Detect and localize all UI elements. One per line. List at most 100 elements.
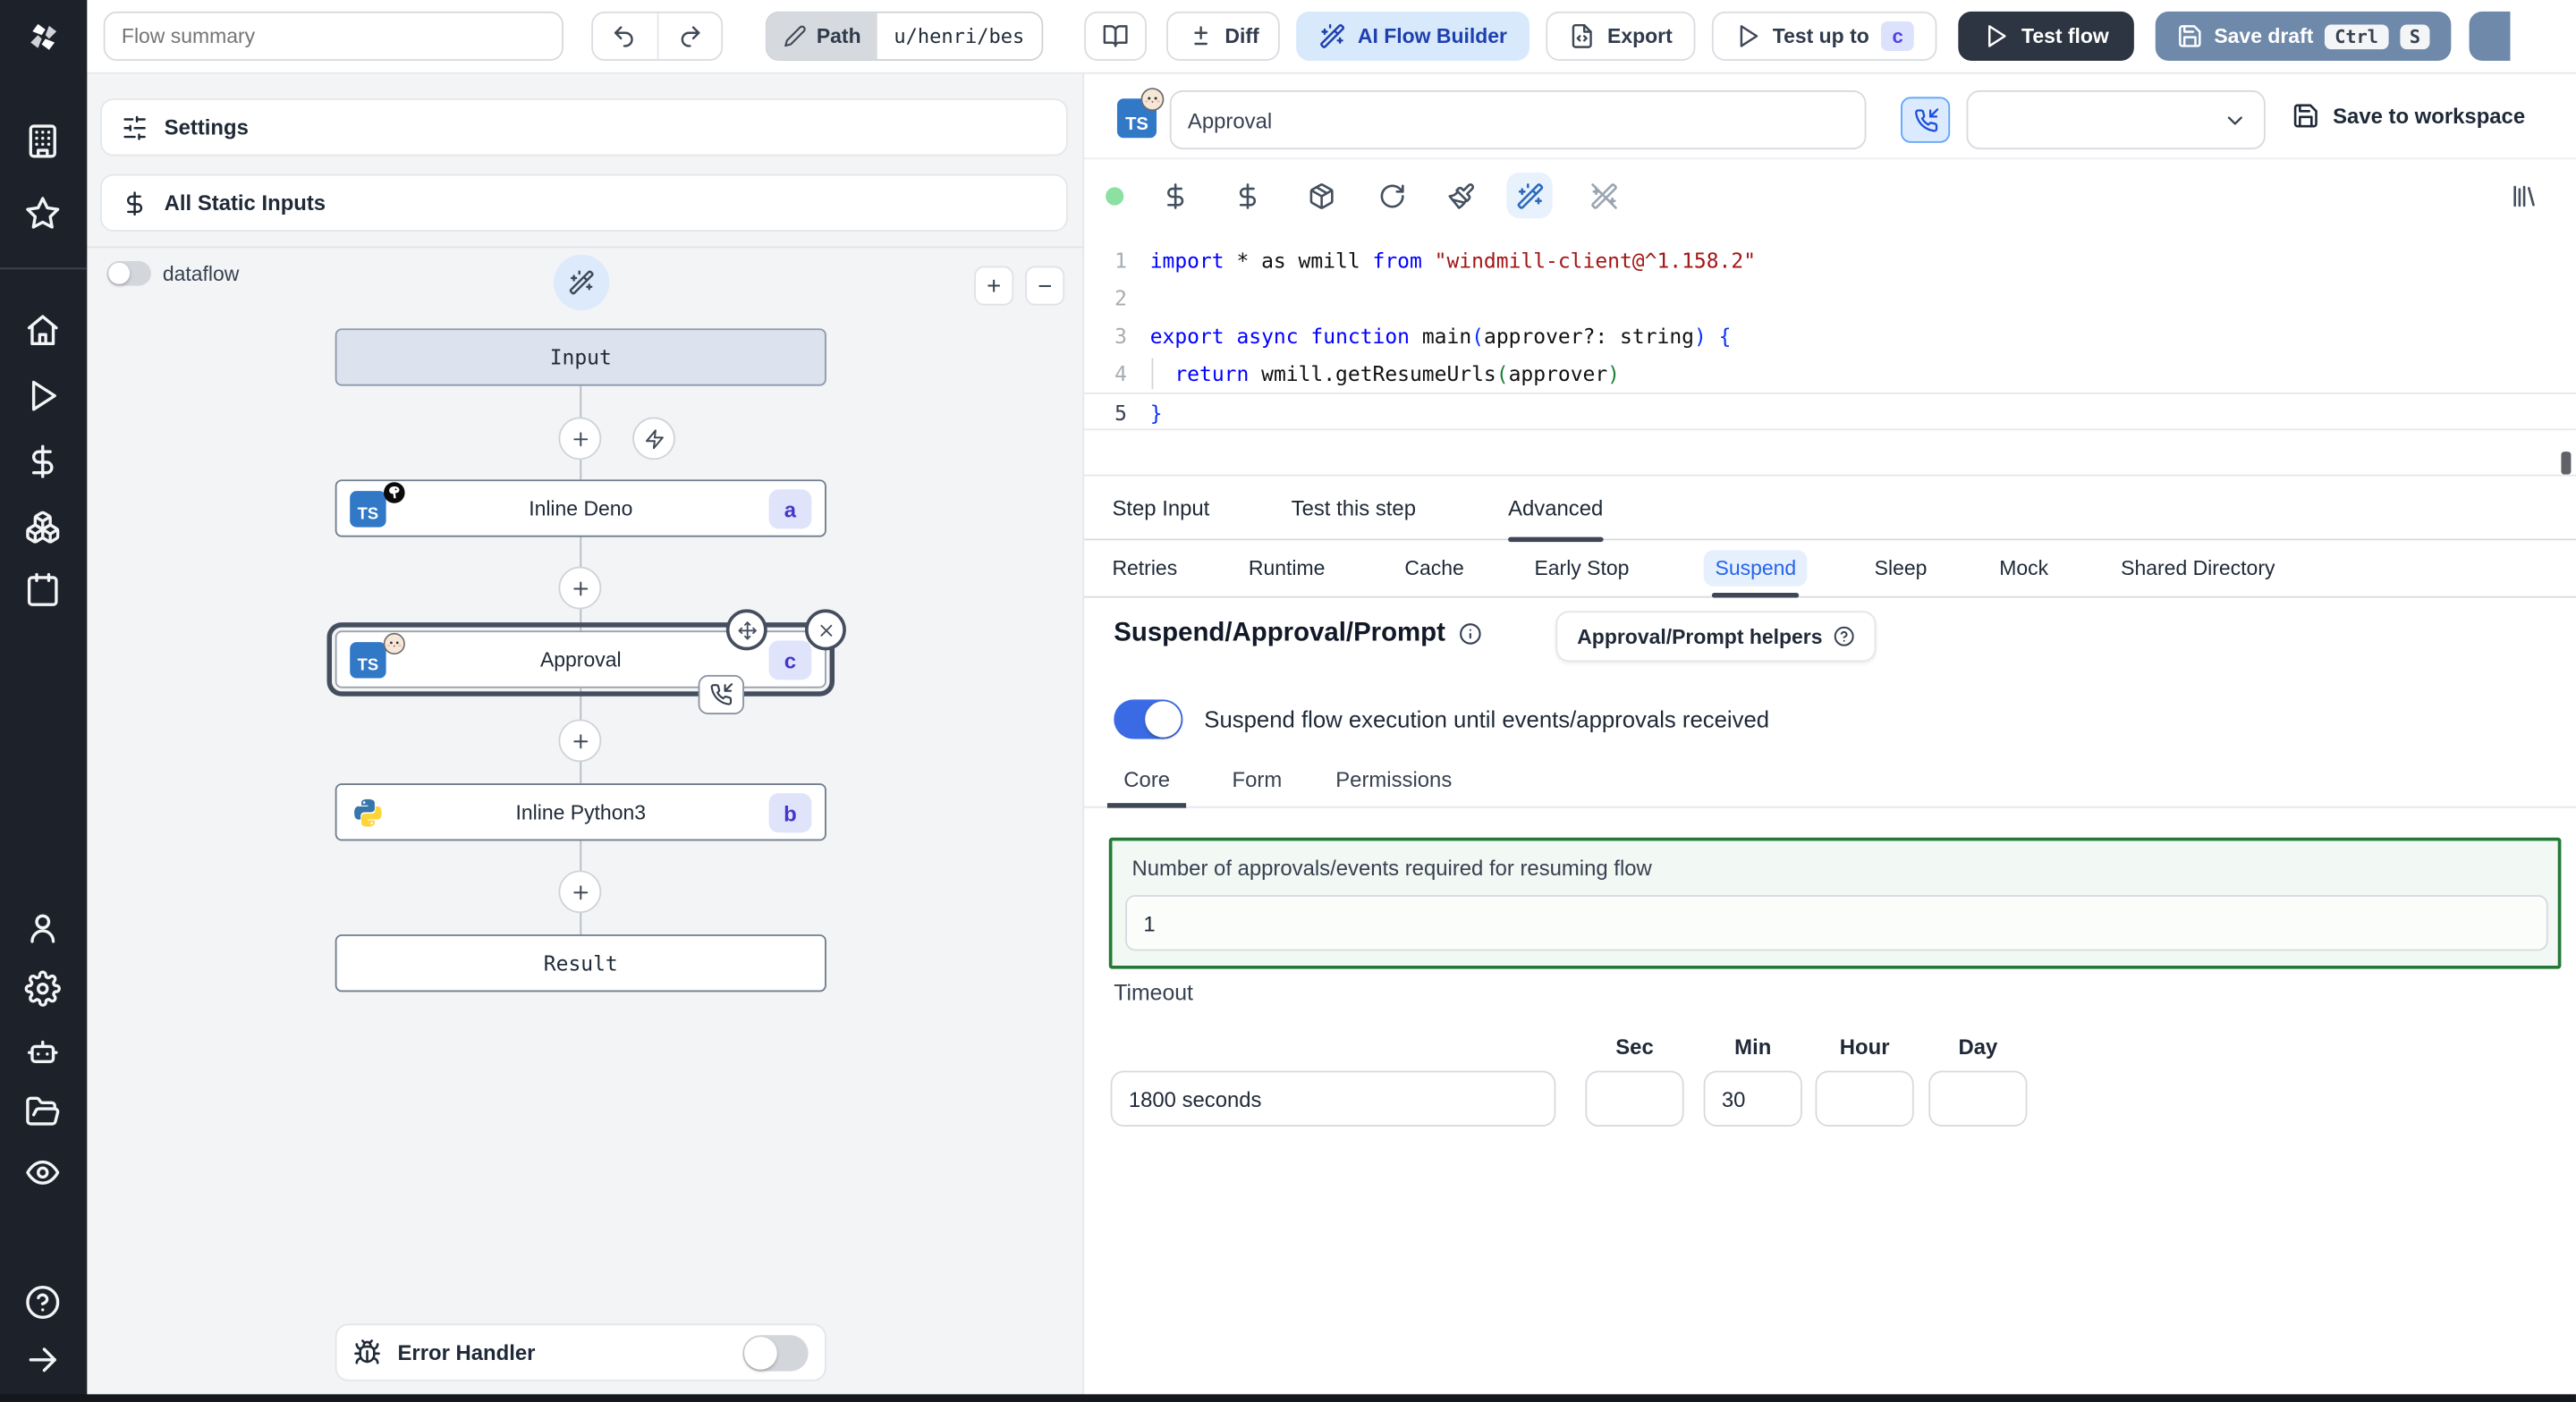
add-step-button[interactable] — [558, 566, 602, 610]
flow-settings-card[interactable]: Settings — [100, 98, 1068, 156]
insert-resource-button[interactable] — [1224, 173, 1269, 218]
variables-dollar-icon[interactable] — [25, 443, 61, 479]
help-icon[interactable] — [25, 1284, 61, 1320]
subtab-shared-directory[interactable]: Shared Directory — [2121, 540, 2275, 595]
ai-assistant-button[interactable] — [1506, 172, 1553, 219]
tab-step-input[interactable]: Step Input — [1112, 477, 1209, 539]
undo-button[interactable] — [593, 13, 658, 60]
deploy-button-partial[interactable] — [2470, 11, 2512, 61]
code-line[interactable]: 5} — [1084, 392, 2576, 431]
play-icon — [1984, 23, 2010, 49]
step-name-input[interactable] — [1169, 90, 1867, 150]
schedules-calendar-icon[interactable] — [25, 571, 61, 607]
error-handler-toggle[interactable] — [742, 1334, 809, 1371]
resources-boxes-icon[interactable] — [25, 509, 61, 545]
suspend-step-toggle-button[interactable] — [1901, 97, 1951, 143]
settings-gear-icon[interactable] — [24, 970, 61, 1007]
script-version-select[interactable] — [1966, 90, 2266, 150]
step-node-label: Inline Python3 — [515, 800, 647, 824]
add-step-button[interactable] — [558, 719, 602, 763]
ai-flow-builder-button[interactable]: AI Flow Builder — [1296, 11, 1530, 61]
code-line[interactable]: 1 import * as wmill from "windmill-client… — [1084, 241, 2576, 279]
step-node-b[interactable]: Inline Python3 b — [335, 783, 826, 841]
library-button[interactable] — [2500, 173, 2546, 218]
workspace-building-icon[interactable] — [25, 123, 61, 159]
editor-scrollbar[interactable] — [2561, 452, 2572, 475]
info-icon[interactable] — [1459, 622, 1482, 646]
move-step-button[interactable] — [725, 609, 767, 651]
timeout-hour-input[interactable] — [1815, 1070, 1914, 1127]
zoom-out-button[interactable]: − — [1025, 266, 1065, 306]
test-up-to-button[interactable]: Test up to c — [1711, 11, 1938, 61]
subtab-cache[interactable]: Cache — [1404, 540, 1463, 595]
code-editor[interactable]: 1 import * as wmill from "windmill-client… — [1084, 233, 2576, 477]
dataflow-label: dataflow — [162, 262, 240, 286]
timeout-day-input[interactable] — [1928, 1070, 2028, 1127]
windmill-logo-icon[interactable] — [21, 15, 66, 60]
code-line[interactable]: 4 return wmill.getResumeUrls(approver) — [1084, 355, 2576, 393]
step-node-a[interactable]: TS Inline Deno a — [335, 479, 826, 537]
reload-button[interactable] — [1368, 173, 1414, 218]
workers-bot-icon[interactable] — [25, 1033, 61, 1068]
step-detail-panel: TS Save to workspace 1import * as wmill … — [1084, 73, 2576, 1395]
save-to-workspace-button[interactable]: Save to workspace — [2292, 102, 2525, 130]
redo-button[interactable] — [658, 13, 722, 59]
diff-button[interactable]: Diff — [1165, 11, 1281, 61]
favorites-star-icon[interactable] — [25, 196, 61, 232]
dataflow-toggle[interactable] — [106, 261, 151, 286]
code-line[interactable]: 3 export async function main(approver?: s… — [1084, 317, 2576, 354]
tab-permissions[interactable]: Permissions — [1319, 750, 1469, 806]
plus-icon — [569, 881, 590, 902]
subtab-mock[interactable]: Mock — [1999, 540, 2048, 595]
runs-play-icon[interactable] — [25, 377, 61, 413]
add-trigger-button[interactable] — [632, 417, 675, 460]
zoom-in-button[interactable]: + — [974, 266, 1014, 306]
code-line[interactable]: 2 — [1084, 279, 2576, 317]
format-button[interactable] — [1437, 173, 1483, 218]
subtab-retries[interactable]: Retries — [1112, 540, 1177, 595]
error-handler-card[interactable]: Error Handler — [335, 1323, 826, 1381]
timeout-input[interactable] — [1110, 1070, 1556, 1127]
tab-test-this-step[interactable]: Test this step — [1292, 477, 1416, 539]
phone-incoming-icon — [1913, 107, 1938, 132]
timeout-sec-input[interactable] — [1585, 1070, 1684, 1127]
add-step-button[interactable] — [558, 417, 602, 460]
tab-core[interactable]: Core — [1106, 750, 1187, 808]
save-icon — [2176, 23, 2202, 49]
export-button[interactable]: Export — [1546, 11, 1696, 61]
users-icon[interactable] — [25, 910, 61, 946]
dollar-icon — [122, 190, 148, 215]
typescript-badge: TS — [1116, 88, 1165, 139]
flow-summary-input[interactable] — [103, 11, 564, 61]
ai-graph-wand-button[interactable] — [553, 254, 610, 311]
subtab-suspend[interactable]: Suspend — [1703, 540, 1809, 598]
flow-input-node[interactable]: Input — [335, 328, 826, 386]
tab-form[interactable]: Form — [1216, 750, 1298, 806]
timeout-label: Timeout — [1114, 980, 1193, 1006]
audit-eye-icon[interactable] — [25, 1154, 61, 1190]
package-button[interactable] — [1298, 173, 1343, 218]
flow-result-node[interactable]: Result — [335, 934, 826, 992]
docs-button[interactable] — [1083, 11, 1147, 61]
subtab-sleep[interactable]: Sleep — [1875, 540, 1928, 595]
all-static-inputs-card[interactable]: All Static Inputs — [100, 173, 1068, 232]
path-button[interactable]: Path — [767, 13, 877, 60]
insert-variable-button[interactable] — [1152, 173, 1198, 218]
delete-step-button[interactable] — [804, 609, 846, 651]
tab-advanced[interactable]: Advanced — [1508, 477, 1603, 542]
folders-icon[interactable] — [25, 1094, 61, 1129]
test-flow-button[interactable]: Test flow — [1959, 11, 2134, 61]
approvals-required-input[interactable] — [1125, 895, 2548, 951]
add-step-button[interactable] — [558, 870, 602, 914]
chevron-down-icon — [2223, 108, 2248, 133]
expand-sidebar-arrow-icon[interactable] — [25, 1342, 61, 1378]
suspend-flow-toggle[interactable] — [1114, 699, 1183, 739]
path-value[interactable]: u/henri/bes — [877, 13, 1041, 60]
home-icon[interactable] — [25, 312, 61, 348]
timeout-min-input[interactable] — [1703, 1070, 1802, 1127]
approval-prompt-helpers-button[interactable]: Approval/Prompt helpers — [1555, 611, 1877, 663]
subtab-early-stop[interactable]: Early Stop — [1534, 540, 1629, 595]
save-draft-button[interactable]: Save draft Ctrl S — [2155, 11, 2452, 61]
subtab-runtime[interactable]: Runtime — [1249, 540, 1325, 595]
ai-disabled-button[interactable] — [1580, 173, 1626, 218]
